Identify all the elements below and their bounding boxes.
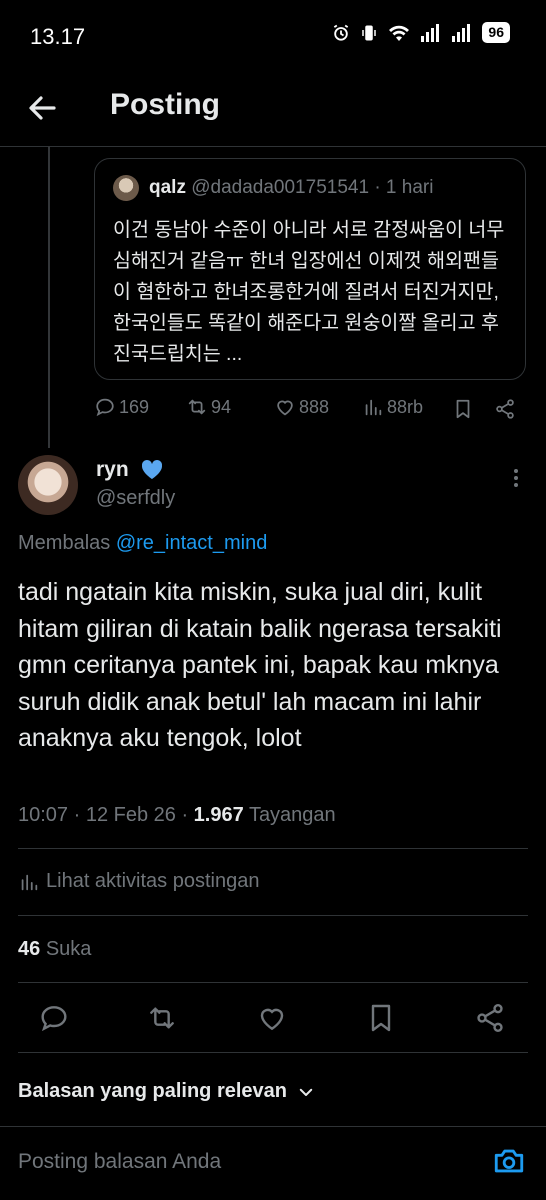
quoted-post[interactable]: qalz @dadada001751541 · 1 hari 이건 동남아 수준… bbox=[94, 158, 526, 380]
reply-input[interactable]: Posting balasan Anda bbox=[18, 1150, 221, 1174]
status-time: 13.17 bbox=[30, 24, 86, 49]
vibrate-icon bbox=[362, 25, 377, 40]
reply-prefix: Membalas bbox=[18, 532, 111, 554]
signal-icon-2 bbox=[452, 23, 471, 42]
like-count: 888 bbox=[299, 396, 330, 417]
post-text: tadi ngatain kita miskin, suka jual diri… bbox=[18, 578, 502, 752]
status-bar: 13.17 96 bbox=[0, 0, 546, 72]
thread-line bbox=[48, 146, 50, 448]
parent-post-actions: 169 94 888 88rb bbox=[94, 396, 526, 426]
reply-count: 169 bbox=[119, 396, 150, 417]
bookmark-icon[interactable] bbox=[452, 397, 474, 421]
views-total: 1.967 bbox=[193, 804, 244, 826]
camera-icon[interactable] bbox=[492, 1144, 526, 1178]
share-icon[interactable] bbox=[494, 397, 516, 421]
likes-total: 46 bbox=[18, 938, 41, 960]
bookmark-icon[interactable] bbox=[365, 1002, 397, 1034]
share-icon[interactable] bbox=[474, 1002, 506, 1034]
views-action[interactable]: 88rb bbox=[362, 396, 423, 418]
quote-time: · 1 hari bbox=[374, 177, 434, 198]
reply-context: Membalas @re_intact_mind bbox=[18, 532, 267, 555]
heart-icon bbox=[277, 400, 293, 416]
reply-sort-dropdown[interactable]: Balasan yang paling relevan bbox=[18, 1080, 315, 1103]
author-handle[interactable]: @serfdly bbox=[96, 487, 175, 510]
repost-action[interactable]: 94 bbox=[186, 396, 231, 418]
reply-handle-link[interactable]: @re_intact_mind bbox=[116, 532, 267, 554]
divider bbox=[0, 1126, 546, 1127]
quote-text: 이건 동남아 수준이 아니라 서로 감정싸움이 너무 심해진거 같음ㅠ 한녀 입… bbox=[113, 219, 505, 365]
quote-author-handle: @dadada001751541 bbox=[191, 177, 370, 198]
post-activity-link[interactable]: Lihat aktivitas postingan bbox=[18, 870, 259, 893]
post-actions bbox=[0, 1000, 546, 1040]
chevron-down-icon bbox=[299, 1088, 313, 1096]
sort-label: Balasan yang paling relevan bbox=[18, 1080, 287, 1102]
battery-indicator: 96 bbox=[482, 22, 510, 43]
views-count: 88rb bbox=[387, 396, 424, 417]
signal-icon-1 bbox=[421, 23, 440, 42]
views-label: Tayangan bbox=[248, 804, 336, 826]
avatar[interactable] bbox=[18, 455, 78, 515]
more-options-icon[interactable] bbox=[504, 466, 528, 490]
divider bbox=[18, 982, 528, 983]
repost-icon bbox=[188, 399, 206, 415]
status-icons: 96 bbox=[331, 22, 510, 43]
quote-author-name: qalz bbox=[149, 177, 186, 198]
reply-icon bbox=[96, 398, 114, 417]
reply-action[interactable]: 169 bbox=[94, 396, 149, 418]
quote-header: qalz @dadada001751541 · 1 hari bbox=[149, 177, 433, 199]
wifi-icon bbox=[389, 25, 410, 41]
author-name[interactable]: ryn bbox=[96, 458, 129, 482]
post-timestamp: 10:07 · 12 Feb 26 · bbox=[18, 804, 189, 826]
likes-label: Suka bbox=[45, 938, 92, 960]
activity-label: Lihat aktivitas postingan bbox=[46, 870, 260, 892]
repost-icon[interactable] bbox=[146, 1002, 178, 1034]
divider bbox=[18, 848, 528, 849]
back-arrow-icon[interactable] bbox=[24, 88, 64, 128]
likes-summary[interactable]: 46 Suka bbox=[18, 938, 91, 961]
heart-icon[interactable] bbox=[256, 1002, 288, 1034]
post-meta: 10:07 · 12 Feb 26 · 1.967 Tayangan bbox=[18, 804, 336, 827]
divider bbox=[18, 915, 528, 916]
views-icon bbox=[365, 399, 382, 416]
analytics-icon bbox=[21, 874, 38, 890]
like-action[interactable]: 888 bbox=[274, 396, 329, 418]
repost-count: 94 bbox=[211, 396, 232, 417]
reply-icon[interactable] bbox=[38, 1002, 70, 1034]
page-title: Posting bbox=[110, 88, 220, 121]
blue-heart-icon bbox=[141, 459, 163, 479]
divider bbox=[18, 1052, 528, 1053]
header: Posting bbox=[0, 72, 546, 147]
quote-avatar bbox=[113, 175, 139, 201]
alarm-icon bbox=[334, 24, 349, 41]
